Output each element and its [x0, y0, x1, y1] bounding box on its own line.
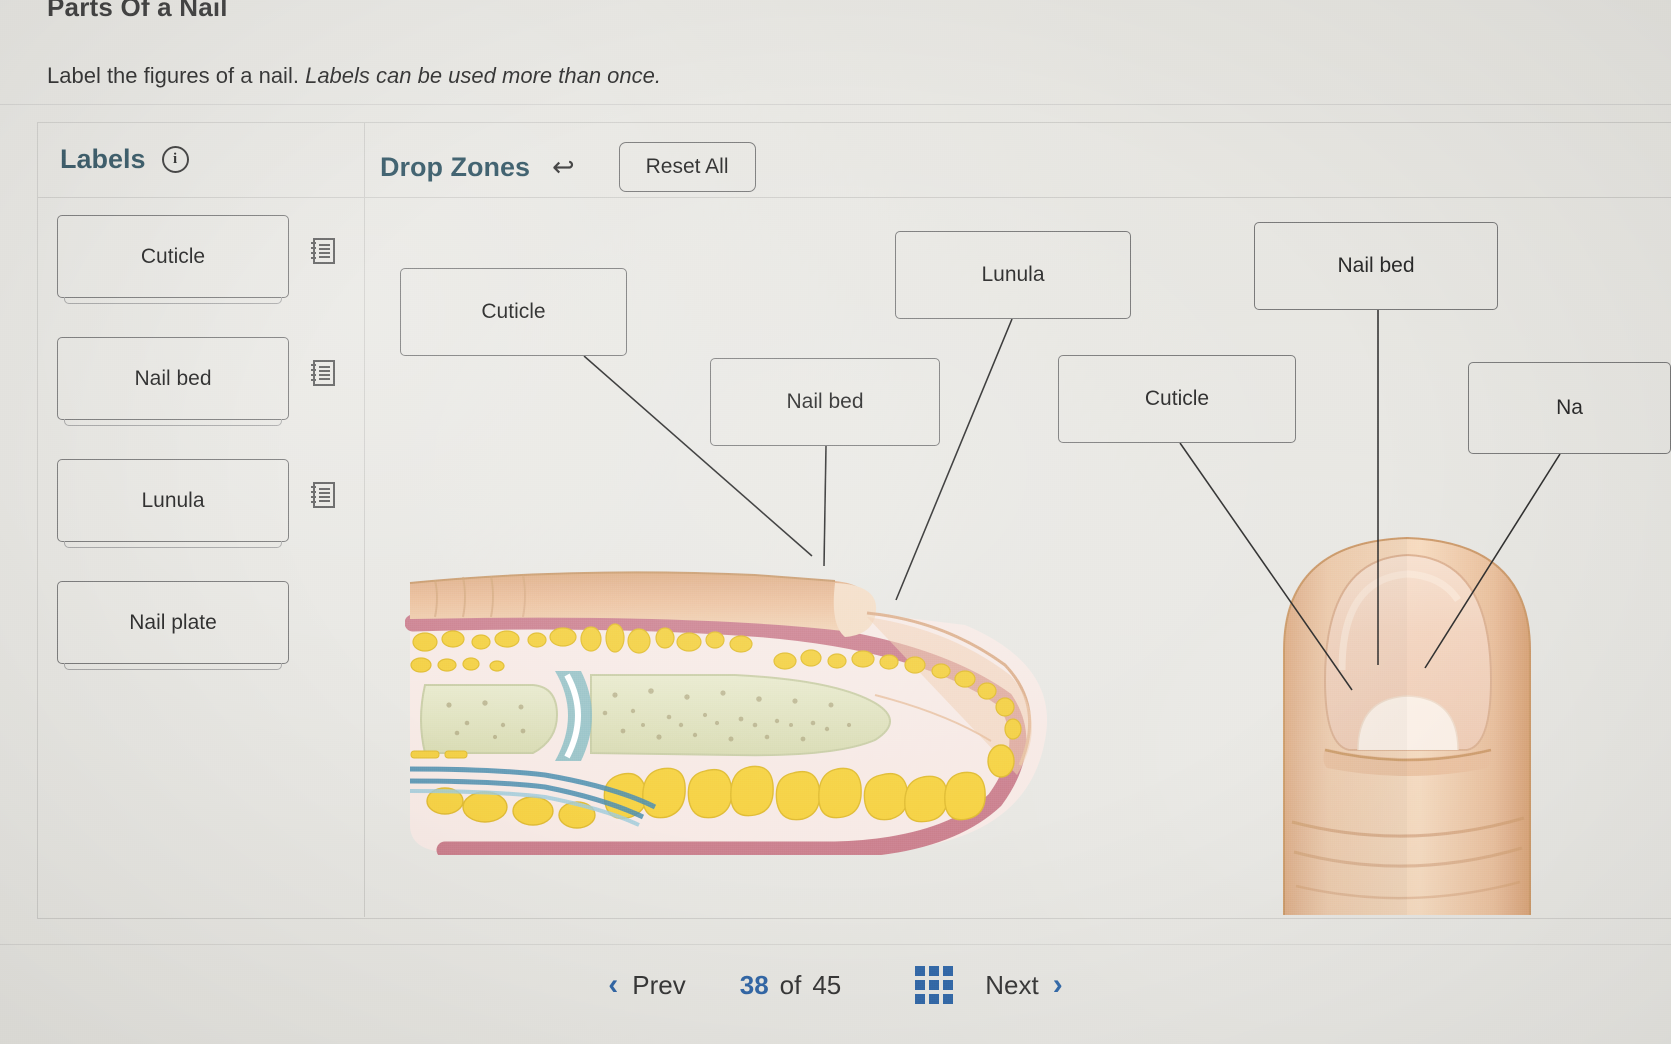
drop-zone-text: Cuticle	[1144, 387, 1210, 410]
drop-zone[interactable]: Nail bed	[710, 358, 940, 446]
drop-zone[interactable]: Na	[1468, 362, 1671, 454]
drop-zone-text: Nail bed	[786, 390, 864, 413]
dropzones-container: Cuticle Nail bed Lunula Cuticle Nail bed Na	[0, 0, 1671, 1044]
drop-zone[interactable]: Cuticle	[400, 268, 627, 356]
drop-zone-text: Lunula	[981, 263, 1045, 286]
drop-zone-text: Na	[1556, 396, 1583, 419]
drop-zone[interactable]: Cuticle	[1058, 355, 1296, 443]
drop-zone[interactable]: Nail bed	[1254, 222, 1498, 310]
drop-zone[interactable]: Lunula	[895, 231, 1131, 319]
drop-zone-text: Cuticle	[481, 300, 546, 323]
drop-zone-text: Nail bed	[1337, 254, 1415, 277]
